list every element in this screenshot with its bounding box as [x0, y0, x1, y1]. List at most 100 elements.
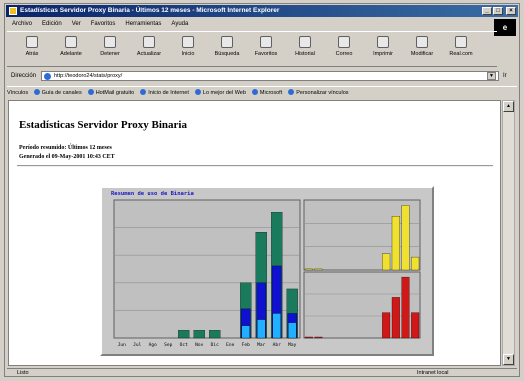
lower-right-bar-Abr [401, 276, 410, 339]
history-icon [299, 36, 311, 48]
menu-item-5[interactable]: Ayuda [171, 21, 188, 27]
toolbar-button-5[interactable]: Búsqueda [210, 36, 244, 57]
scroll-up-button[interactable]: ▲ [503, 101, 514, 112]
x-tick-label: Oct [180, 342, 188, 348]
toolbar-label: Detener [100, 51, 120, 57]
toolbar-button-3[interactable]: Actualizar [132, 36, 166, 57]
x-tick-label: Dic [211, 342, 219, 348]
close-button[interactable]: × [506, 7, 516, 15]
links-label: Vínculos [7, 90, 29, 96]
x-tick-label: May [288, 342, 296, 348]
address-dropdown-button[interactable]: ▼ [487, 72, 496, 80]
upper-right-bar-Jun [304, 268, 313, 271]
toolbar-label: Modificar [410, 51, 434, 57]
mail-icon [338, 36, 350, 48]
x-tick-label: Abr [273, 342, 281, 348]
status-text: Listo [17, 370, 29, 376]
lower-right-bar-Jul [314, 336, 323, 339]
x-tick-label: Nov [195, 342, 203, 348]
page-title: Estadísticas Servidor Proxy Binaria [19, 119, 187, 131]
menu-item-1[interactable]: Edición [42, 21, 62, 27]
toolbar-button-7[interactable]: Historial [288, 36, 322, 57]
scroll-down-button[interactable]: ▼ [503, 354, 514, 365]
bar-series-3-Feb [241, 325, 250, 339]
summary-period: Período resumido: Últimos 12 meses [19, 145, 112, 151]
upper-right-bar-Feb [382, 253, 391, 271]
address-value: http://teodoro24/stats/proxy/ [54, 73, 123, 79]
ie-app-icon [9, 7, 17, 15]
chart-title: Resumen de uso de Binaria [111, 191, 194, 197]
bar-series-1-Oct [178, 330, 190, 339]
lower-right-bar-Jun [304, 336, 313, 339]
divider [17, 165, 493, 167]
stop-icon [104, 36, 116, 48]
bar-series-1-Dic [209, 330, 221, 339]
usage-chart: Jun Jul Ago Sep Oct Nov Dic Ene Feb Mar Abr May Res… [100, 186, 434, 356]
edit-icon [416, 36, 428, 48]
toolbar-label: Historial [295, 51, 315, 57]
x-tick-label: Ago [149, 342, 157, 348]
link-item-3[interactable]: Lo mejor del Web [195, 90, 246, 96]
lower-right-bar-Feb [382, 312, 391, 339]
realcom-icon [455, 36, 467, 48]
lower-right-bar-Mar [391, 297, 400, 339]
toolbar-button-2[interactable]: Detener [93, 36, 127, 57]
x-tick-label: Feb [242, 342, 250, 348]
go-button[interactable]: Ir [503, 70, 507, 82]
page-icon [44, 73, 51, 80]
generated-date: Generado el 09-May-2001 10:43 CET [19, 154, 115, 160]
link-item-5[interactable]: Personalizar vínculos [288, 90, 348, 96]
bar-series-3-May [288, 322, 297, 339]
toolbar-button-11[interactable]: Real.com [444, 36, 478, 57]
toolbar-button-6[interactable]: Favoritos [249, 36, 283, 57]
upper-right-bar-May [411, 256, 420, 271]
forward-icon [65, 36, 77, 48]
x-tick-label: Jun [118, 342, 126, 348]
x-tick-label: Jul [133, 342, 141, 348]
menu-item-2[interactable]: Ver [72, 21, 81, 27]
ie-logo-icon: e [494, 19, 516, 36]
toolbar-button-0[interactable]: Atrás [15, 36, 49, 57]
toolbar-label: Adelante [60, 51, 82, 57]
menu-item-0[interactable]: Archivo [12, 21, 32, 27]
toolbar-label: Imprimir [373, 51, 393, 57]
zone-text: Intranet local [417, 370, 449, 376]
upper-right-bar-Mar [391, 216, 400, 271]
search-icon [221, 36, 233, 48]
toolbar-button-4[interactable]: Inicio [171, 36, 205, 57]
toolbar-button-10[interactable]: Modificar [405, 36, 439, 57]
toolbar-button-8[interactable]: Correo [327, 36, 361, 57]
vertical-scrollbar[interactable]: ▲ ▼ [502, 100, 515, 366]
upper-right-bar-Abr [401, 205, 410, 271]
address-input[interactable]: http://teodoro24/stats/proxy/ [41, 71, 499, 81]
status-bar: Listo Intranet local [7, 368, 517, 377]
x-tick-label: Sep [164, 342, 172, 348]
x-tick-label: Mar [257, 342, 265, 348]
link-item-2[interactable]: Inicio de Internet [140, 90, 189, 96]
link-item-0[interactable]: Guía de canales [34, 90, 82, 96]
menu-item-3[interactable]: Favoritos [91, 21, 116, 27]
usage-chart-svg: Jun Jul Ago Sep Oct Nov Dic Ene Feb Mar Abr May [113, 199, 421, 348]
link-item-4[interactable]: Microsoft [252, 90, 282, 96]
refresh-icon [143, 36, 155, 48]
bar-series-3-Mar [257, 319, 266, 339]
menu-bar: Archivo Edición Ver Favoritos Herramientas Ay… [7, 19, 497, 29]
toolbar-label: Correo [335, 51, 353, 57]
address-bar: Dirección http://teodoro24/stats/proxy/ … [7, 70, 517, 82]
toolbar-button-9[interactable]: Imprimir [366, 36, 400, 57]
toolbar-label: Actualizar [136, 51, 162, 57]
minimize-button[interactable]: _ [482, 7, 492, 15]
upper-right-bar-Jul [314, 268, 323, 271]
home-icon [182, 36, 194, 48]
page-content: Estadísticas Servidor Proxy Binaria Perí… [8, 100, 501, 366]
browser-window: Estadísticas Servidor Proxy Binaria - Úl… [4, 3, 520, 377]
toolbar-label: Búsqueda [214, 51, 240, 57]
link-item-1[interactable]: HotMail gratuito [88, 90, 135, 96]
links-bar: Vínculos Guía de canales HotMail gratuito… [7, 86, 517, 98]
menu-item-4[interactable]: Herramientas [125, 21, 161, 27]
maximize-button[interactable]: □ [493, 7, 503, 15]
print-icon [377, 36, 389, 48]
toolbar-button-1[interactable]: Adelante [54, 36, 88, 57]
toolbar-label: Real.com [449, 51, 473, 57]
toolbar-label: Atrás [25, 51, 39, 57]
